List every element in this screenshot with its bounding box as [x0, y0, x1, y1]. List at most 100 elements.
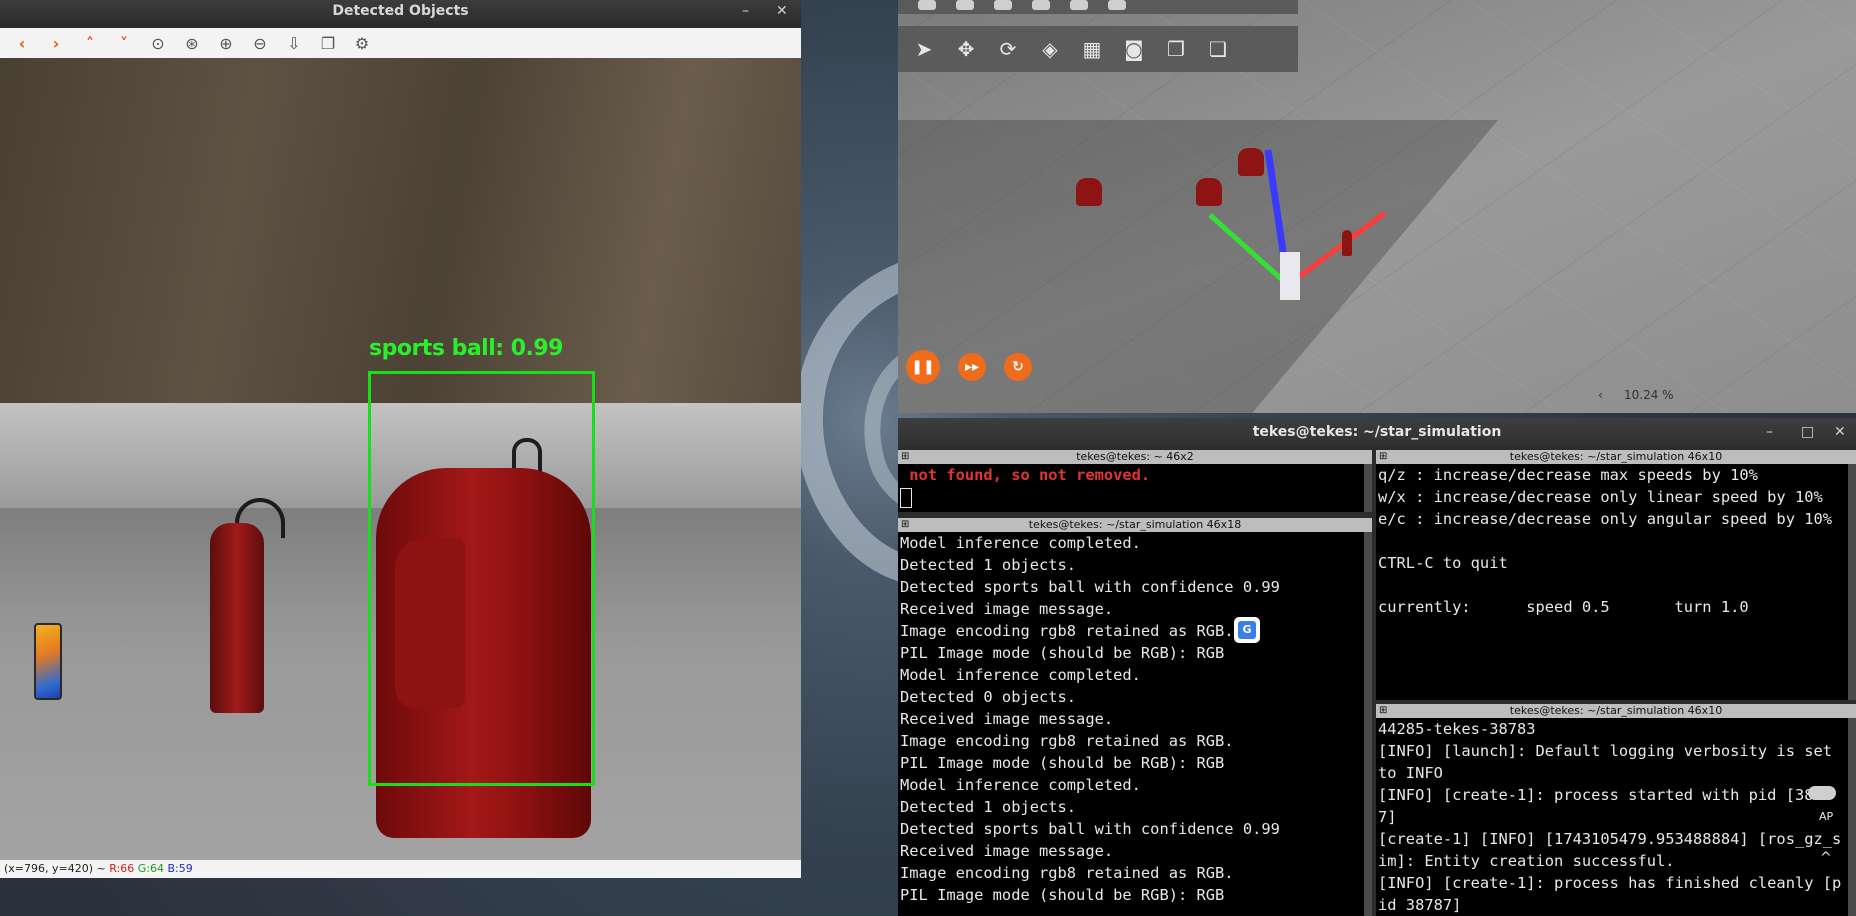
terminal-line: Image encoding rgb8 retained as RGB.: [900, 622, 1234, 640]
cursor: [900, 487, 912, 508]
terminal-line: PIL Image mode (should be RGB): RGB: [900, 644, 1225, 662]
terminal-line: Detected 1 objects.: [900, 798, 1077, 816]
terminal-line: PIL Image mode (should be RGB): RGB: [900, 754, 1225, 772]
terminal-line: Detected 1 objects.: [900, 556, 1077, 574]
red-box-object: [1196, 178, 1222, 206]
pan-left-icon[interactable]: ‹: [8, 30, 36, 56]
pane-title: ⊞ tekes@tekes: ~/star_simulation 46x10: [1376, 450, 1856, 464]
terminal-line: [INFO] [launch]: Default logging verbosi…: [1378, 742, 1842, 782]
pane-output: not found, so not removed.: [900, 464, 1362, 508]
translate-overlay-icon[interactable]: G: [1234, 617, 1260, 643]
tray-chevron-icon[interactable]: ^: [1820, 850, 1832, 866]
pane-output: q/z : increase/decrease max speeds by 10…: [1378, 464, 1846, 618]
scrollbar[interactable]: [1848, 718, 1856, 916]
step-icon[interactable]: ▸▸: [958, 353, 986, 381]
pause-icon[interactable]: ❚❚: [906, 350, 940, 384]
real-time-factor: 10.24 %: [1624, 388, 1674, 402]
terminal-line: w/x : increase/decrease only linear spee…: [1378, 488, 1823, 506]
close-button[interactable]: ✕: [776, 0, 788, 22]
scrollbar[interactable]: [1364, 464, 1372, 512]
terminal-line: Received image message.: [900, 842, 1114, 860]
zoom-in-icon[interactable]: ⊕: [212, 30, 240, 56]
pane-title: ⊞ tekes@tekes: ~/star_simulation 46x10: [1376, 704, 1856, 718]
reset-icon[interactable]: ↻: [1004, 353, 1032, 381]
phone-object: [34, 623, 62, 700]
scrollbar[interactable]: [1848, 464, 1856, 700]
terminal-title: tekes@tekes: ~/star_simulation: [1252, 424, 1502, 440]
detection-bounding-box: [368, 371, 595, 786]
terminal-line: currently: speed 0.5 turn 1.0: [1378, 598, 1749, 616]
viewer-toolbar: ‹ › ˄ ˅ ⊙ ⊛ ⊕ ⊖ ⇩ ❐ ⚙: [0, 28, 801, 58]
minimize-button[interactable]: –: [1766, 418, 1773, 446]
terminal-line: Model inference completed.: [900, 534, 1141, 552]
terminal-line: Detected 0 objects.: [900, 688, 1077, 706]
pan-down-icon[interactable]: ˅: [110, 30, 138, 56]
terminal-pane-4[interactable]: ⊞ tekes@tekes: ~/star_simulation 46x10 44…: [1376, 704, 1856, 916]
red-box-object: [1076, 178, 1102, 206]
pan-right-icon[interactable]: ›: [42, 30, 70, 56]
terminal-window: tekes@tekes: ~/star_simulation – □ ✕ ⊞ te…: [898, 418, 1856, 916]
terminal-line: Detected sports ball with confidence 0.9…: [900, 578, 1280, 596]
terminal-line: Model inference completed.: [900, 666, 1141, 684]
zoom-fit-icon[interactable]: ⊛: [178, 30, 206, 56]
detection-label: sports ball: 0.99: [369, 336, 564, 361]
terminal-pane-2[interactable]: ⊞ tekes@tekes: ~/star_simulation 46x18 Mo…: [898, 518, 1372, 916]
zoom-out-icon[interactable]: ⊖: [246, 30, 274, 56]
terminal-line: q/z : increase/decrease max speeds by 10…: [1378, 466, 1758, 484]
pane-menu-icon[interactable]: ⊞: [901, 518, 909, 532]
red-box-object: [1238, 148, 1264, 176]
detected-objects-window: Detected Objects – ✕ ‹ › ˄ ˅ ⊙ ⊛ ⊕ ⊖ ⇩ ❐…: [0, 0, 801, 878]
close-button[interactable]: ✕: [1834, 418, 1846, 446]
properties-icon[interactable]: ⚙: [348, 30, 376, 56]
terminal-line: PIL Image mode (should be RGB): RGB: [900, 886, 1225, 904]
pane-title: ⊞ tekes@tekes: ~ 46x2: [898, 450, 1372, 464]
terminal-pane-3[interactable]: ⊞ tekes@tekes: ~/star_simulation 46x10 q/…: [1376, 450, 1856, 700]
terminal-line: Model inference completed.: [900, 776, 1141, 794]
terminal-line: Received image message.: [900, 600, 1114, 618]
pan-up-icon[interactable]: ˄: [76, 30, 104, 56]
tray-ap-label: AP: [1819, 810, 1834, 823]
pane-output: Model inference completed. Detected 1 obj…: [900, 532, 1362, 906]
terminal-pane-1[interactable]: ⊞ tekes@tekes: ~ 46x2 not found, so not r…: [898, 450, 1372, 512]
pixel-r-value: R:66: [109, 862, 135, 875]
window-titlebar[interactable]: Detected Objects – ✕: [0, 0, 801, 22]
window-title: Detected Objects: [332, 3, 469, 19]
scrollbar[interactable]: [1364, 532, 1372, 916]
robot-axes-marker: [1208, 149, 1387, 300]
terminal-line: Image encoding rgb8 retained as RGB.: [900, 732, 1234, 750]
terminal-line: Detected sports ball with confidence 0.9…: [900, 820, 1280, 838]
gazebo-viewport[interactable]: ➤ ✥ ⟳ ◈ ▦ ◙ ❐ ❏ ❚❚ ▸▸ ↻ ‹ 10.24 %: [898, 0, 1856, 413]
viewer-statusbar: (x=796, y=420) ~ R:66 G:64 B:59: [0, 860, 801, 878]
small-red-object: [1342, 230, 1352, 256]
save-icon[interactable]: ⇩: [280, 30, 308, 56]
terminal-line: 44285-tekes-38783: [1378, 720, 1536, 738]
x-axis-red: [1286, 210, 1387, 288]
playback-controls: ❚❚ ▸▸ ↻: [906, 350, 1032, 384]
robot: [1280, 252, 1300, 300]
terminal-line: [create-1] [INFO] [1743105479.953488884]…: [1378, 830, 1842, 870]
terminal-line: [INFO] [create-1]: process has finished …: [1378, 874, 1842, 914]
cursor-coords: (x=796, y=420) ~: [4, 862, 106, 875]
pane-output: 44285-tekes-38783 [INFO] [launch]: Defaul…: [1378, 718, 1846, 916]
maximize-button[interactable]: □: [1801, 418, 1814, 446]
pixel-g-value: G:64: [137, 862, 164, 875]
terminal-line: Received image message.: [900, 710, 1114, 728]
pane-menu-icon[interactable]: ⊞: [1379, 704, 1387, 718]
zoom-original-icon[interactable]: ⊙: [144, 30, 172, 56]
terminal-line: CTRL-C to quit: [1378, 554, 1508, 572]
pane-menu-icon[interactable]: ⊞: [1379, 450, 1387, 464]
pixel-b-value: B:59: [167, 862, 193, 875]
copy-icon[interactable]: ❐: [314, 30, 342, 56]
rtf-expand-icon[interactable]: ‹: [1598, 388, 1603, 402]
terminal-line: [INFO] [create-1]: process started with …: [1378, 786, 1833, 826]
terminal-line: Image encoding rgb8 retained as RGB.: [900, 864, 1234, 882]
terminal-titlebar[interactable]: tekes@tekes: ~/star_simulation – □ ✕: [898, 418, 1856, 446]
tray-toggle[interactable]: [1808, 786, 1836, 800]
minimize-button[interactable]: –: [742, 0, 749, 22]
pane-title: ⊞ tekes@tekes: ~/star_simulation 46x18: [898, 518, 1372, 532]
terminal-line: e/c : increase/decrease only angular spe…: [1378, 510, 1833, 528]
fire-extinguisher: [210, 523, 264, 713]
pane-menu-icon[interactable]: ⊞: [901, 450, 909, 464]
